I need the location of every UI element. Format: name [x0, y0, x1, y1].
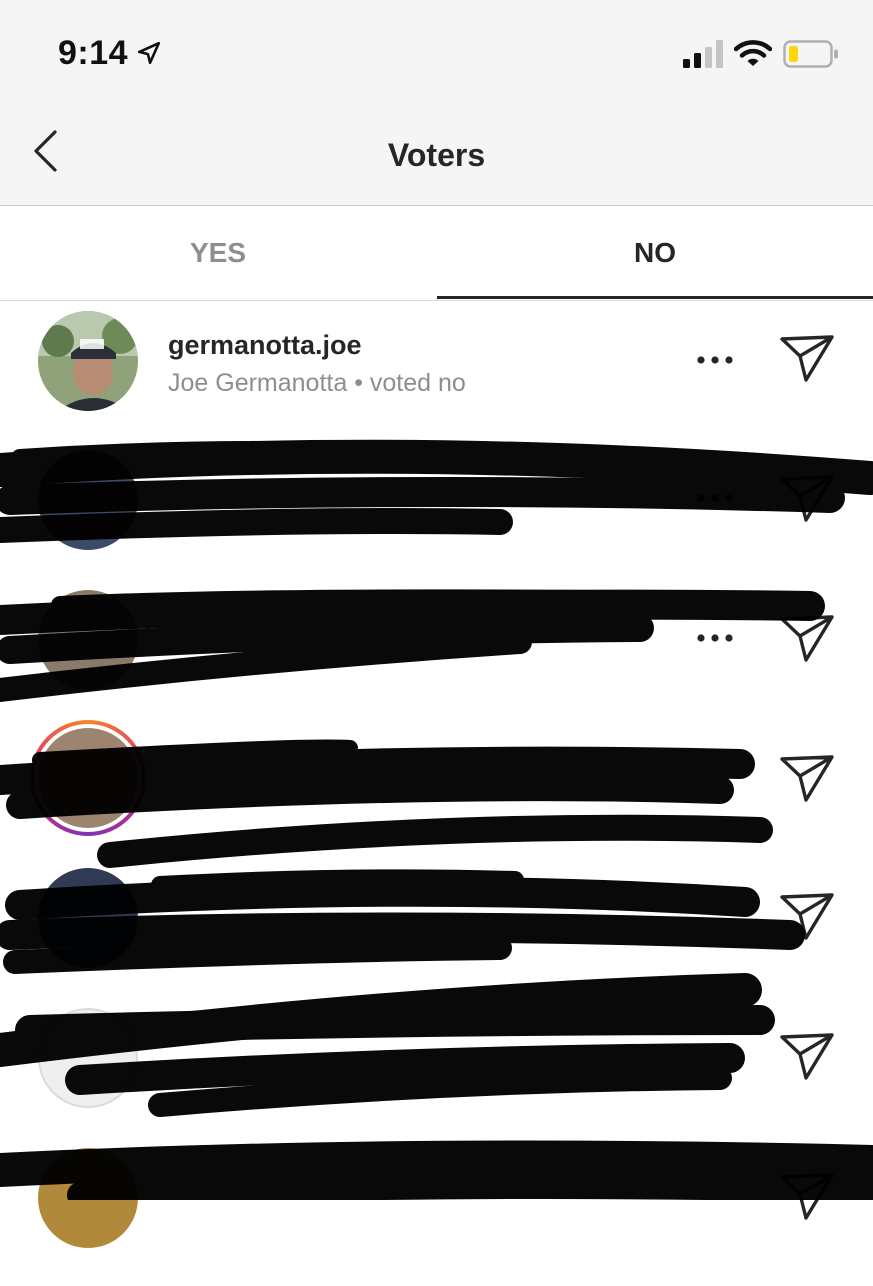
direct-send-icon	[780, 1033, 834, 1080]
status-time: 9:14	[58, 34, 129, 72]
voter-row[interactable]	[0, 866, 873, 1006]
more-options-button[interactable]	[693, 488, 737, 508]
voter-row[interactable]	[0, 588, 873, 728]
voter-row[interactable]	[0, 1006, 873, 1146]
direct-send-icon	[780, 755, 834, 802]
avatar[interactable]	[38, 728, 138, 828]
more-horizontal-icon	[697, 494, 733, 502]
voter-row[interactable]: germanotta.joe Joe Germanotta • voted no	[0, 308, 873, 448]
battery-icon	[783, 40, 838, 68]
avatar[interactable]	[38, 311, 138, 411]
more-horizontal-icon	[697, 356, 733, 364]
send-button[interactable]	[778, 1170, 836, 1224]
avatar[interactable]	[38, 1148, 138, 1248]
direct-send-icon	[780, 335, 834, 382]
direct-send-icon	[780, 1173, 834, 1220]
top-chrome	[0, 0, 873, 206]
active-tab-indicator	[437, 296, 873, 299]
avatar[interactable]	[38, 450, 138, 550]
direct-send-icon	[780, 615, 834, 662]
avatar[interactable]	[38, 1008, 138, 1108]
more-options-button[interactable]	[693, 628, 737, 648]
voter-row[interactable]	[0, 718, 873, 858]
send-button[interactable]	[778, 1030, 836, 1084]
signal-icon	[683, 40, 723, 68]
send-button[interactable]	[778, 472, 836, 526]
avatar[interactable]	[38, 868, 138, 968]
more-horizontal-icon	[697, 634, 733, 642]
direct-send-icon	[780, 893, 834, 940]
direct-send-icon	[780, 475, 834, 522]
send-button[interactable]	[778, 612, 836, 666]
tab-yes[interactable]: YES	[0, 206, 436, 300]
send-button[interactable]	[778, 752, 836, 806]
vote-tabs: YES NO	[0, 206, 873, 301]
voter-username[interactable]: germanotta.joe	[168, 330, 362, 361]
voter-row[interactable]	[0, 448, 873, 588]
voter-row[interactable]	[0, 1146, 873, 1286]
wifi-icon	[734, 40, 772, 66]
send-button[interactable]	[778, 890, 836, 944]
page-title: Voters	[387, 137, 486, 173]
tab-no[interactable]: NO	[437, 206, 873, 300]
voter-subtitle: Joe Germanotta • voted no	[168, 369, 466, 397]
send-button[interactable]	[778, 332, 836, 386]
location-arrow-icon	[137, 41, 161, 65]
avatar[interactable]	[38, 590, 138, 690]
more-options-button[interactable]	[693, 350, 737, 370]
